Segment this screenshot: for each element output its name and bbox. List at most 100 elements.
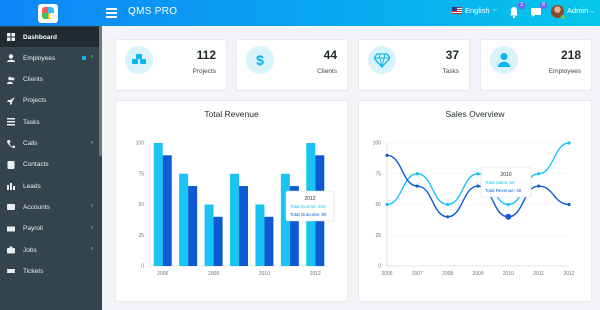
- sidebar-item-label: Tickets: [23, 267, 44, 275]
- x-tick-label: 2008: [208, 271, 219, 277]
- data-point: [476, 184, 480, 188]
- tooltip-line: Total Income: 100: [290, 204, 326, 209]
- bar-income: [204, 204, 214, 266]
- x-tick-label: 2008: [442, 271, 453, 277]
- online-status-dot: [561, 15, 565, 19]
- bar-outcome: [264, 216, 274, 266]
- chart-tooltip: 2012 Total Income: 100 Total Outcome: 90: [285, 190, 335, 222]
- bar-income: [179, 173, 189, 266]
- briefcase-icon: [7, 246, 15, 254]
- tooltip-line: Total Sales: 50: [485, 180, 515, 185]
- bar-income: [230, 173, 239, 266]
- phone-icon: [7, 139, 15, 148]
- notifications-button[interactable]: 3: [507, 2, 525, 19]
- new-indicator: [82, 56, 86, 61]
- sidebar-item-label: Jobs: [23, 246, 37, 254]
- sidebar-item-label: Employees: [23, 54, 56, 62]
- sidebar-item-payroll[interactable]: Payroll ›: [0, 219, 99, 239]
- sidebar-item-tasks[interactable]: Tasks: [0, 112, 99, 132]
- svg-text:$: $: [256, 52, 264, 68]
- stat-value: 218: [560, 48, 581, 62]
- x-tick-label: 2007: [412, 271, 423, 277]
- data-point: [415, 172, 419, 176]
- users-icon: [7, 76, 15, 84]
- stat-icon-badge: [125, 46, 153, 74]
- menu-toggle-icon[interactable]: [106, 8, 117, 18]
- stat-value: 44: [323, 48, 337, 62]
- sidebar-item-accounts[interactable]: Accounts ›: [0, 197, 99, 217]
- sidebar-item-employees[interactable]: Employees ›: [0, 48, 99, 68]
- chevron-right-icon: ›: [91, 139, 93, 146]
- bar-outcome: [239, 186, 248, 266]
- y-tick-label: 25: [375, 233, 381, 239]
- y-tick-label: 0: [141, 264, 144, 270]
- highlight-point: [505, 213, 512, 220]
- sidebar-item-label: Payroll: [23, 225, 43, 233]
- sidebar-item-label: Accounts: [23, 203, 50, 211]
- stat-icon-badge: $: [246, 46, 274, 74]
- bar-outcome: [188, 186, 198, 266]
- y-tick-label: 0: [378, 264, 381, 270]
- diamond-icon: [374, 53, 390, 68]
- avatar[interactable]: [551, 5, 565, 19]
- chevron-down-icon: ⌵: [492, 7, 498, 13]
- data-point: [415, 184, 419, 188]
- sidebar-item-label: Leads: [23, 182, 41, 190]
- tooltip-title: 2010: [500, 172, 511, 178]
- y-tick-label: 100: [373, 141, 382, 147]
- stat-label: Projects: [192, 68, 216, 75]
- bar-chart: 0 25 50 75 100 2006 2008 2010 2012 2012 Total Inco…: [136, 141, 335, 277]
- stat-icon-badge: [490, 46, 518, 74]
- sidebar-item-contacts[interactable]: Contacts: [0, 155, 99, 175]
- bar-outcome: [213, 216, 223, 266]
- bar-income: [153, 143, 163, 266]
- chart-title: Sales Overview: [445, 109, 505, 119]
- x-tick-label: 2012: [563, 271, 574, 277]
- stat-value: 37: [445, 48, 459, 62]
- sidebar-item-projects[interactable]: Projects: [0, 91, 99, 111]
- data-point: [446, 215, 450, 219]
- chevron-down-icon: ⌵: [590, 9, 595, 15]
- logo-mark-icon: [42, 7, 55, 19]
- x-tick-label: 2006: [157, 271, 168, 277]
- rocket-icon: [7, 96, 15, 105]
- x-tick-label: 2011: [533, 271, 544, 277]
- sidebar-scrollbar[interactable]: [99, 26, 102, 156]
- x-tick-label: 2010: [259, 271, 270, 277]
- cubes-icon: [132, 54, 146, 64]
- messages-button[interactable]: 8: [529, 2, 547, 19]
- tooltip-title: 2012: [304, 196, 315, 202]
- sidebar-item-label: Contacts: [23, 161, 49, 169]
- user-icon: [498, 53, 510, 67]
- chevron-right-icon: ›: [91, 54, 93, 61]
- data-point: [567, 141, 571, 145]
- user-menu[interactable]: Admin ⌵: [567, 6, 595, 16]
- data-point: [537, 184, 541, 188]
- top-navbar: QMS PRO English ⌵ 3 8 Admin ⌵: [0, 0, 600, 26]
- app-logo[interactable]: [38, 4, 58, 23]
- x-tick-label: 2012: [310, 271, 321, 277]
- data-point: [537, 172, 541, 176]
- sidebar-item-label: Dashboard: [23, 33, 57, 41]
- user-name: Admin: [567, 6, 589, 15]
- sidebar-item-clients[interactable]: Clients: [0, 70, 99, 90]
- sidebar-item-label: Tasks: [23, 118, 40, 126]
- sidebar-item-label: Calls: [23, 140, 38, 147]
- sidebar-item-calls[interactable]: Calls ›: [0, 134, 99, 154]
- bar-income: [255, 204, 265, 266]
- chevron-right-icon: ›: [91, 246, 93, 252]
- leads-icon: [7, 183, 15, 191]
- sidebar-item-jobs[interactable]: Jobs ›: [0, 240, 99, 260]
- data-point: [385, 153, 389, 157]
- tooltip-line: Total Revenue: 40: [485, 188, 522, 193]
- language-label: English: [465, 6, 490, 15]
- sidebar-item-tickets[interactable]: Tickets: [0, 261, 99, 281]
- stat-label: Tasks: [442, 68, 459, 75]
- sidebar-item-leads[interactable]: Leads: [0, 176, 99, 196]
- y-tick-label: 100: [136, 141, 145, 147]
- language-selector[interactable]: English ⌵: [452, 6, 497, 15]
- us-flag-icon: [452, 7, 462, 14]
- stat-icon-badge: [368, 46, 396, 74]
- sidebar-item-dashboard[interactable]: Dashboard: [0, 27, 99, 47]
- sales-overview-card: Sales Overview 0 25 50 75 100 2006 2007 2008 200…: [358, 100, 592, 302]
